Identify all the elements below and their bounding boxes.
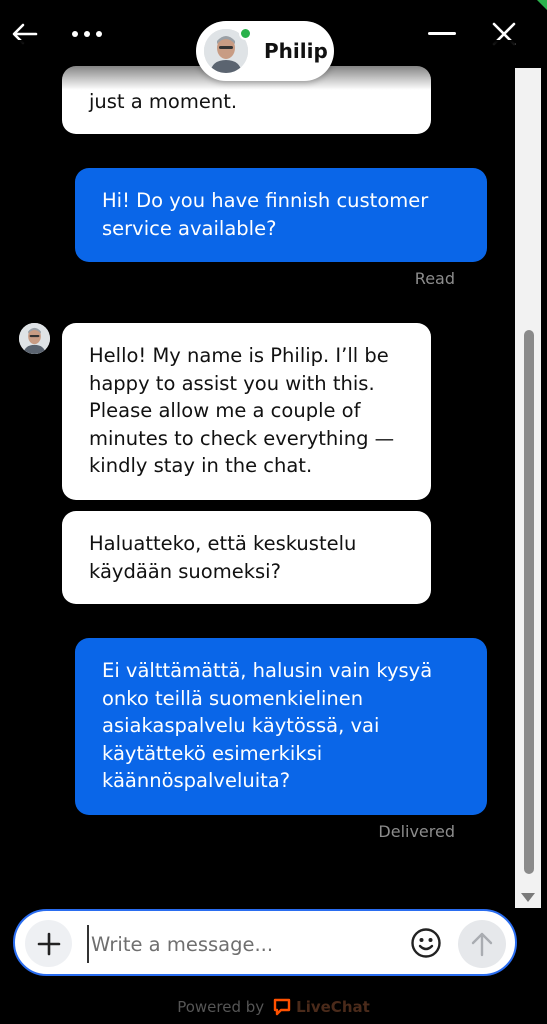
agent-message: Haluatteko, että keskustelu käydään suom… (62, 511, 431, 604)
close-icon (492, 22, 516, 46)
message-line: käydään suomeksi? (89, 559, 281, 583)
message-line: Haluatteko, että keskustelu (89, 532, 357, 555)
avatar (204, 27, 252, 73)
message-line: minutes to check everything — (89, 426, 395, 450)
plus-icon (37, 932, 60, 955)
arrow-left-icon (12, 23, 38, 45)
message-composer (13, 909, 517, 976)
brand-name: LiveChat (296, 998, 370, 1016)
more-options-button[interactable] (67, 14, 107, 54)
chat-messages: just a moment. Hi! Do you have finnish c… (0, 0, 515, 905)
more-dots-icon (72, 31, 102, 37)
online-status-dot (239, 27, 252, 40)
chat-header: Philip (0, 0, 547, 81)
message-line: käännöspalveluita? (102, 769, 291, 792)
message-input[interactable] (87, 925, 397, 963)
agent-info: Philip (196, 21, 334, 81)
minimize-button[interactable] (422, 14, 462, 54)
agent-message: Hello! My name is Philip. I’ll be happy … (62, 323, 431, 500)
user-message: Ei välttämättä, halusin vain kysyä onko … (75, 638, 487, 815)
scrollbar-thumb[interactable] (524, 330, 534, 874)
message-line: Please allow me a couple of (89, 399, 361, 422)
message-line: just a moment. (89, 90, 238, 113)
message-status-read: Read (414, 269, 455, 288)
livechat-logo-icon (273, 998, 291, 1016)
scroll-down-arrow-icon[interactable] (521, 893, 535, 902)
message-line: happy to assist you with this. (89, 371, 375, 395)
message-line: Ei välttämättä, halusin vain kysyä (102, 659, 433, 682)
powered-by-label: Powered by (177, 998, 265, 1016)
send-button[interactable] (458, 920, 506, 968)
agent-name: Philip (264, 39, 328, 63)
agent-avatar-small (19, 323, 50, 354)
smiley-icon (411, 928, 441, 958)
message-line: service available? (102, 216, 277, 240)
user-message: Hi! Do you have finnish customer service… (75, 168, 487, 262)
chat-scrollbar[interactable] (515, 68, 541, 908)
message-line: Hi! Do you have finnish customer (102, 189, 429, 212)
close-button[interactable] (484, 14, 524, 54)
message-line: Hello! My name is Philip. I’ll be (89, 344, 389, 367)
agent-photo-icon (19, 323, 50, 354)
message-status-delivered: Delivered (378, 822, 455, 841)
message-line: onko teillä suomenkielinen (102, 686, 364, 710)
message-line: asiakaspalvelu käytössä, vai (102, 714, 380, 737)
arrow-up-icon (471, 932, 493, 957)
emoji-button[interactable] (405, 922, 447, 964)
message-line: kindly stay in the chat. (89, 454, 313, 477)
corner-accent (537, 0, 547, 10)
powered-by-footer[interactable]: Powered by LiveChat (0, 994, 547, 1020)
minimize-icon (428, 32, 456, 35)
attach-button[interactable] (25, 920, 72, 967)
message-line: käytättekö esimerkiksi (102, 741, 323, 765)
back-button[interactable] (5, 14, 45, 54)
